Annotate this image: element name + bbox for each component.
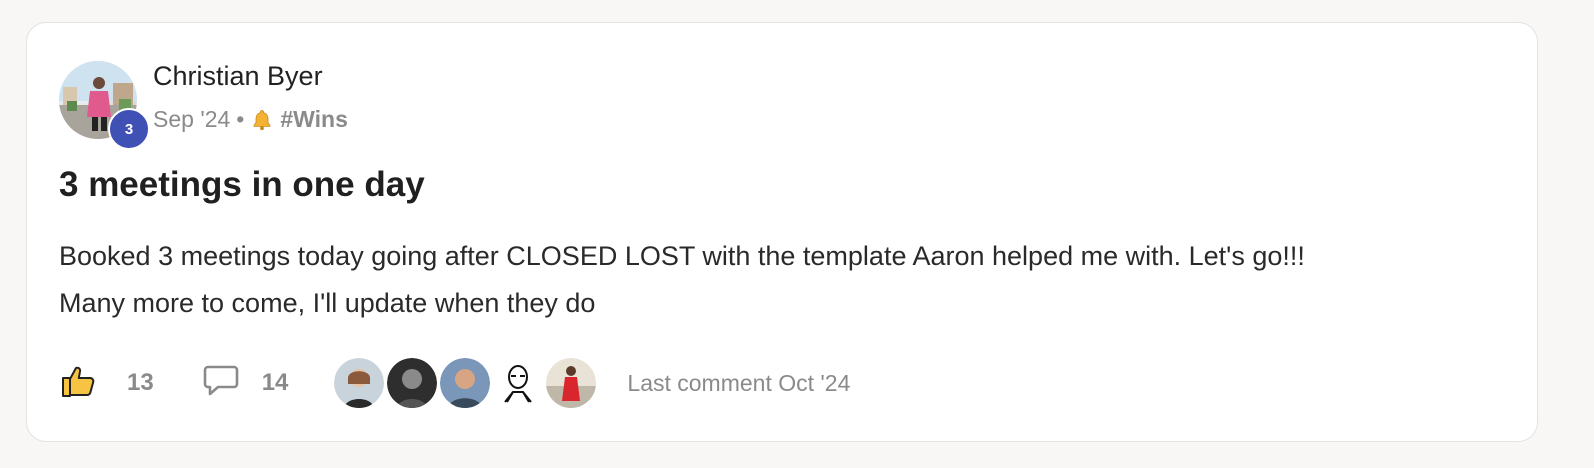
participant-avatars xyxy=(334,358,599,408)
author-avatar-container[interactable]: 3 xyxy=(59,61,150,150)
post-body: Booked 3 meetings today going after CLOS… xyxy=(59,233,1519,327)
participant-avatar[interactable] xyxy=(387,358,438,408)
last-comment-info[interactable]: Last comment Oct '24 xyxy=(627,370,850,397)
bell-icon xyxy=(250,108,274,132)
comment-icon[interactable] xyxy=(202,364,240,403)
participant-avatar[interactable] xyxy=(493,358,544,408)
level-badge: 3 xyxy=(108,108,150,150)
post-date[interactable]: Sep '24 xyxy=(153,106,230,133)
thumbs-up-icon[interactable] xyxy=(59,362,97,405)
post-body-line: Many more to come, I'll update when they… xyxy=(59,288,596,318)
participant-avatar[interactable] xyxy=(440,358,491,408)
category-tag[interactable]: #Wins xyxy=(280,106,348,133)
participant-avatar[interactable] xyxy=(546,358,597,408)
post-meta: Sep '24 • #Wins xyxy=(153,106,348,133)
like-button[interactable]: 13 xyxy=(59,362,154,405)
like-count: 13 xyxy=(127,369,154,396)
comment-count: 14 xyxy=(261,369,289,396)
post-footer: 13 14 Last comment Oct '24 xyxy=(59,358,850,408)
author-name[interactable]: Christian Byer xyxy=(153,61,323,92)
participant-avatar[interactable] xyxy=(334,358,385,408)
post-card[interactable]: 3 Christian Byer Sep '24 • #Wins 3 meeti… xyxy=(26,22,1538,442)
comment-button[interactable]: 14 xyxy=(202,364,289,403)
post-title[interactable]: 3 meetings in one day xyxy=(59,165,425,205)
meta-separator: • xyxy=(236,106,245,132)
post-body-line: Booked 3 meetings today going after CLOS… xyxy=(59,241,1305,271)
